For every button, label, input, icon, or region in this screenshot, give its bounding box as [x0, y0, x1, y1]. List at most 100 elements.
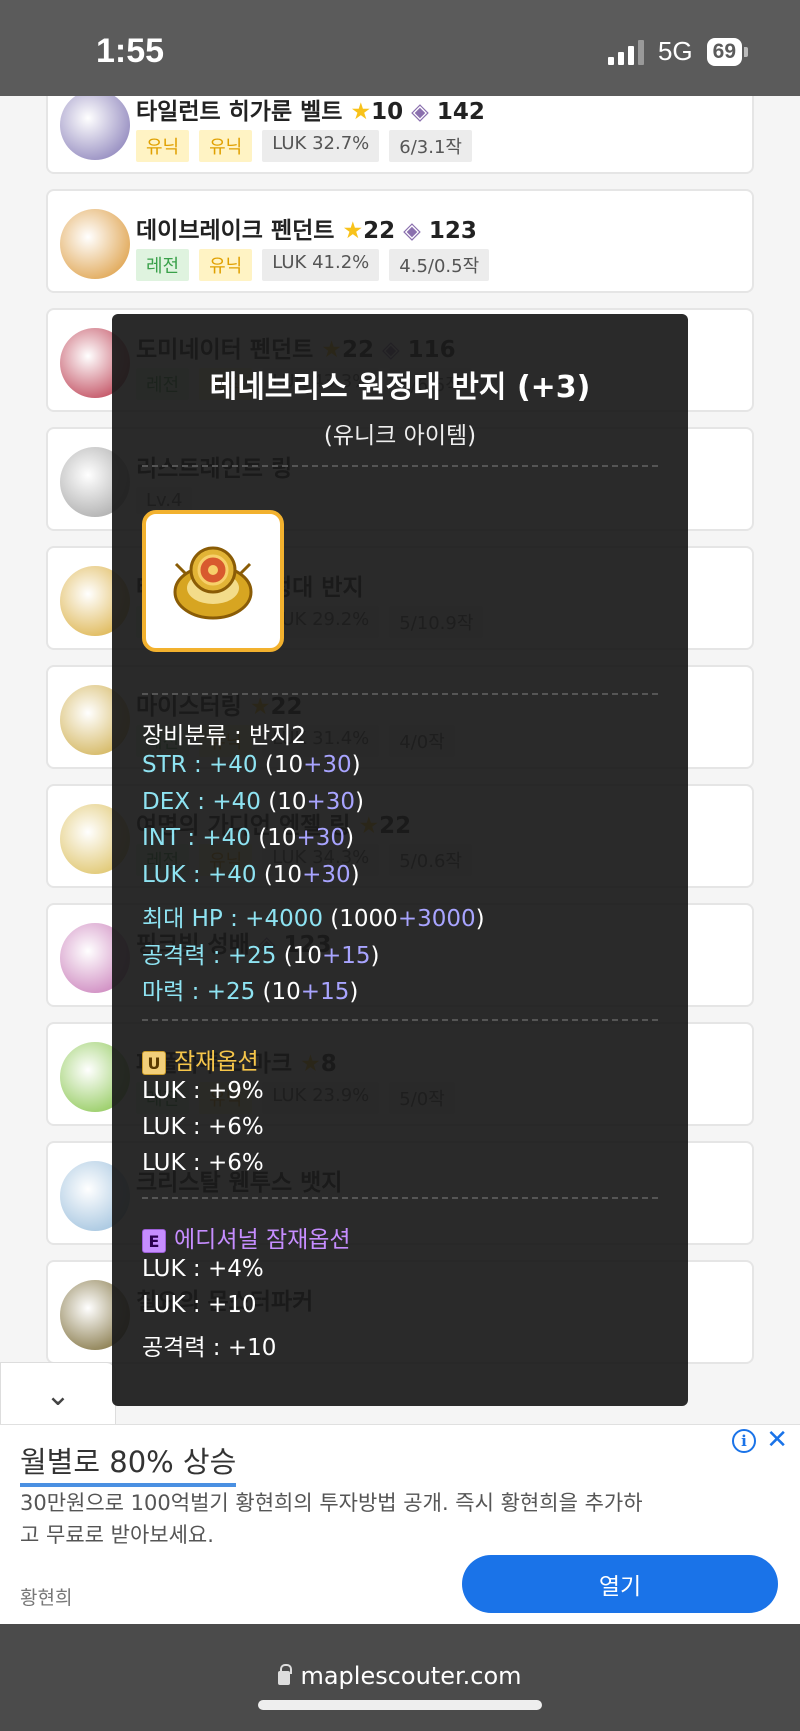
stat-bonus: +15	[321, 942, 371, 969]
stat-line: LUK : +40 (10+30)	[142, 862, 360, 888]
item-tag: LUK 32.7%	[262, 130, 380, 162]
stat-line: STR : +40 (10+30)	[142, 752, 361, 778]
battery-icon: 69	[706, 37, 748, 66]
item-tag: 레전	[136, 249, 190, 281]
signal-icon	[607, 39, 644, 65]
stat-close: )	[350, 862, 360, 889]
stat-label: LUK : +40	[142, 862, 257, 889]
stat-bonus: +30	[302, 862, 351, 889]
stat-bonus: +15	[300, 979, 350, 1006]
lock-icon	[278, 1664, 293, 1685]
stat-bonus: +30	[306, 788, 356, 815]
item-tag: 유닉	[199, 130, 253, 162]
divider	[142, 1019, 658, 1021]
stat-label: DEX : +40	[142, 788, 261, 815]
item-name-text: 데이브레이크 펜던트	[136, 218, 335, 244]
stat-close: )	[370, 942, 380, 969]
ad-open-button[interactable]: 열기	[462, 1555, 778, 1613]
stat-close: )	[355, 788, 365, 815]
stat-label: 마력 : +25	[142, 979, 256, 1006]
unique-grade-icon: U	[142, 1050, 166, 1075]
stat-line: 마력 : +25 (10+15)	[142, 972, 358, 1006]
status-indicators: 5G 69	[607, 36, 748, 67]
item-tag: 유닉	[136, 130, 190, 162]
stat-bonus: +3000	[397, 905, 476, 932]
item-image	[142, 510, 284, 652]
item-card[interactable]: 데이브레이크 펜던트 ★22 ◈ 123 레전 유닉 LUK 41.2% 4.5/0.5…	[46, 189, 754, 293]
item-tooltip: 테네브리스 원정대 반지 (+3) (유니크 아이템) 장비분류 : 반지2 S…	[112, 314, 688, 1406]
close-icon[interactable]: ✕	[766, 1425, 788, 1455]
item-tag: 유닉	[199, 249, 253, 281]
info-icon[interactable]: i	[732, 1429, 756, 1453]
status-time: 1:55	[96, 32, 165, 70]
stat-line: 최대 HP : +4000 (1000+3000)	[142, 899, 485, 933]
item-icon	[60, 209, 130, 279]
battery-level: 69	[706, 37, 742, 66]
stat-close: )	[351, 752, 361, 778]
ad-body: 30만원으로 100억벌기 황현희의 투자방법 공개. 즉시 황현희을 추가하고…	[20, 1491, 643, 1547]
item-tag: LUK 41.2%	[262, 249, 380, 281]
gem-icon: ◈	[395, 218, 429, 244]
item-tags: 유닉 유닉 LUK 32.7% 6/3.1작	[136, 130, 472, 162]
potential-line: LUK : +9%	[142, 1078, 264, 1104]
stat-label: 최대 HP : +4000	[142, 905, 323, 932]
additional-potential-line: 공격력 : +10	[142, 1335, 277, 1361]
chevron-down-icon: ⌄	[45, 1377, 71, 1413]
ad-title[interactable]: 월별로 80% 상승	[20, 1439, 237, 1487]
tooltip-subtitle: (유니크 아이템)	[323, 423, 477, 449]
item-name-text: 타일런트 히가룬 벨트	[136, 99, 343, 125]
gem-icon: ◈	[403, 99, 437, 125]
item-name: 데이브레이크 펜던트 ★22 ◈ 123	[136, 211, 477, 245]
additional-potential-header: E 에디셔널 잠재옵션	[142, 1220, 351, 1254]
stat-base: (10	[258, 825, 297, 852]
star-icon: ★	[342, 99, 372, 125]
stat-base: (10	[268, 788, 307, 815]
stat-label: STR : +40	[142, 752, 258, 778]
stat-base: (10	[283, 942, 322, 969]
star-count: 22	[363, 218, 396, 244]
collapse-button[interactable]: ⌄	[0, 1362, 116, 1428]
potential-line: LUK : +6%	[142, 1150, 264, 1176]
home-indicator[interactable]	[258, 1700, 542, 1710]
item-card[interactable]: 타일런트 히가룬 벨트 ★10 ◈ 142 유닉 유닉 LUK 32.7% 6/3.1작	[46, 96, 754, 174]
gem-count: 142	[436, 99, 485, 125]
star-icon: ★	[334, 218, 364, 244]
stat-bonus: +30	[296, 825, 346, 852]
stat-label: INT : +40	[142, 825, 251, 852]
item-tags: 레전 유닉 LUK 41.2% 4.5/0.5작	[136, 249, 490, 281]
stat-line: INT : +40 (10+30)	[142, 825, 354, 851]
browser-address-bar[interactable]: maplescouter.com	[0, 1624, 800, 1731]
divider	[142, 1197, 658, 1199]
ad-banner[interactable]: 월별로 80% 상승 30만원으로 100억벌기 황현희의 투자방법 공개. 즉…	[0, 1424, 800, 1624]
ring-icon	[173, 546, 253, 620]
additional-potential-line: LUK : +4%	[142, 1256, 264, 1282]
stat-base: (10	[262, 979, 301, 1006]
divider	[142, 693, 658, 695]
stat-base: (1000	[330, 905, 398, 932]
item-tag: 6/3.1작	[389, 130, 472, 162]
stat-bonus: +30	[303, 752, 352, 778]
stat-close: )	[345, 825, 355, 852]
item-name: 타일런트 히가룬 벨트 ★10 ◈ 142	[136, 96, 485, 126]
divider	[142, 465, 658, 467]
stat-line: 공격력 : +25 (10+15)	[142, 936, 379, 970]
stat-base: (10	[263, 862, 303, 889]
item-icon	[60, 96, 130, 160]
status-bar: 1:55 5G 69	[0, 0, 800, 96]
epic-grade-icon: E	[142, 1228, 166, 1253]
additional-potential-title: 에디셔널 잠재옵션	[174, 1227, 351, 1253]
ad-advertiser: 황현희	[20, 1587, 73, 1609]
stat-base: (10	[264, 752, 304, 778]
stat-label: 공격력 : +25	[142, 942, 277, 969]
item-tag: 4.5/0.5작	[389, 249, 490, 281]
star-count: 10	[371, 99, 404, 125]
potential-line: LUK : +6%	[142, 1114, 264, 1140]
potential-header: U 잠재옵션	[142, 1042, 259, 1076]
tooltip-title: 테네브리스 원정대 반지 (+3)	[209, 370, 591, 405]
equipment-category: 장비분류 : 반지2	[142, 723, 306, 749]
url-field[interactable]: maplescouter.com	[0, 1662, 800, 1690]
url-text: maplescouter.com	[300, 1662, 522, 1690]
gem-count: 123	[428, 218, 477, 244]
stat-close: )	[475, 905, 485, 932]
additional-potential-line: LUK : +10	[142, 1292, 257, 1318]
